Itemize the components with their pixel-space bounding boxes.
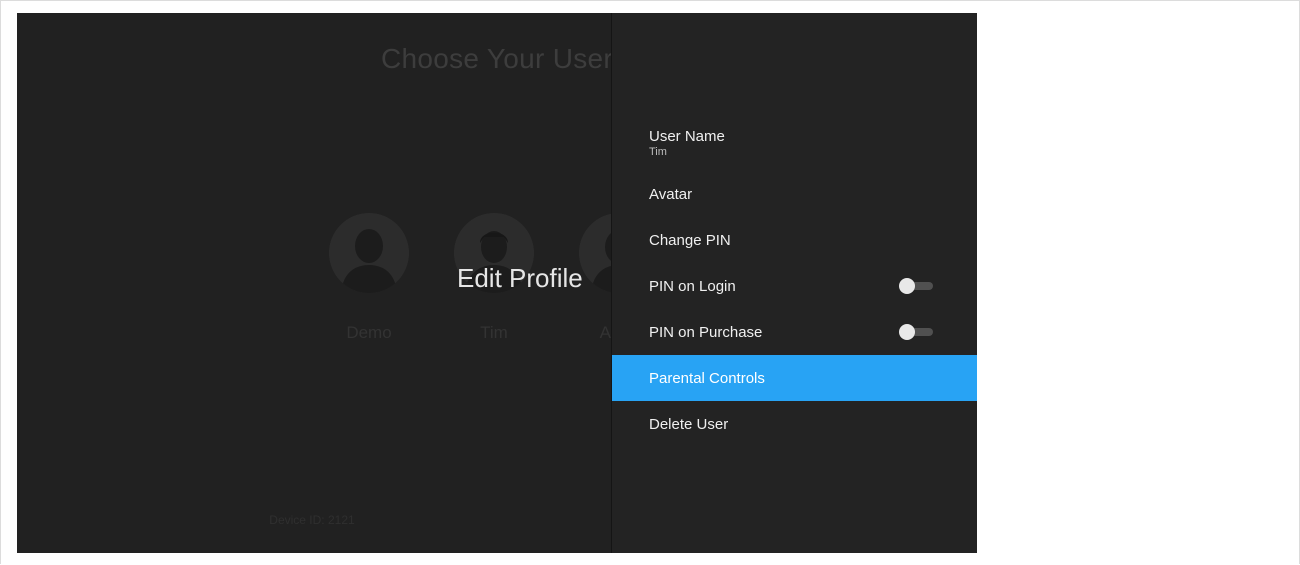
- user-name: Demo: [346, 323, 392, 342]
- tv-screen: Choose Your User Demo Tim Device ID: 212…: [17, 13, 977, 553]
- edit-profile-title: Edit Profile: [457, 263, 583, 293]
- menu-item-pin-on-login[interactable]: PIN on Login: [612, 263, 977, 309]
- person-avatar-icon: [329, 213, 409, 293]
- pin-on-login-toggle[interactable]: [899, 278, 933, 294]
- menu-item-label: Delete User: [649, 415, 729, 433]
- menu-item-parental-controls[interactable]: Parental Controls: [612, 355, 977, 401]
- menu-item-label: Change PIN: [649, 231, 731, 249]
- user-name: Tim: [480, 323, 508, 342]
- menu-item-delete-user[interactable]: Delete User: [612, 401, 977, 447]
- menu-item-label: Parental Controls: [649, 369, 765, 387]
- menu-item-avatar[interactable]: Avatar: [612, 171, 977, 217]
- device-id: Device ID: 2121: [269, 513, 355, 527]
- profile-menu: User Name Tim Avatar Change PIN PIN on L…: [612, 115, 977, 447]
- toggle-knob: [899, 324, 915, 340]
- pin-on-purchase-toggle[interactable]: [899, 324, 933, 340]
- menu-item-change-pin[interactable]: Change PIN: [612, 217, 977, 263]
- menu-item-user-name[interactable]: User Name Tim: [612, 115, 977, 171]
- menu-item-value: Tim: [649, 146, 667, 158]
- toggle-knob: [899, 278, 915, 294]
- menu-item-label: Avatar: [649, 185, 693, 203]
- menu-item-pin-on-purchase[interactable]: PIN on Purchase: [612, 309, 977, 355]
- user-tile-demo[interactable]: Demo: [309, 213, 429, 343]
- edit-profile-panel: User Name Tim Avatar Change PIN PIN on L…: [611, 13, 977, 553]
- menu-item-label: User Name: [649, 128, 725, 145]
